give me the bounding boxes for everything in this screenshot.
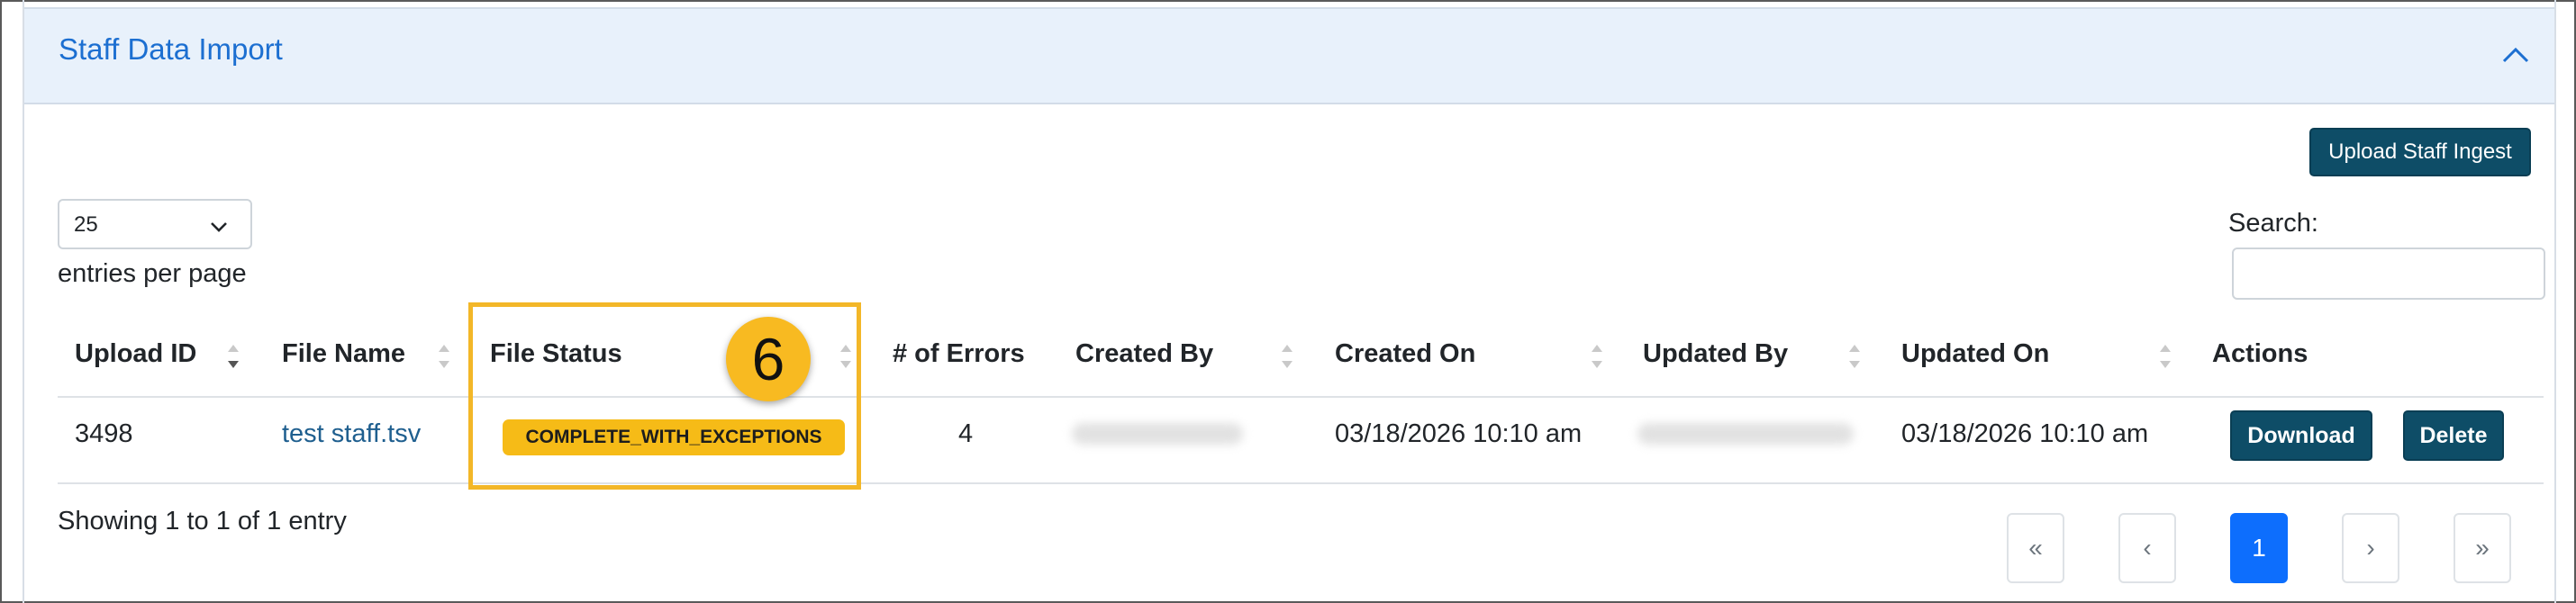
column-header-created-by[interactable]: Created By — [1075, 339, 1213, 369]
column-header-created-on[interactable]: Created On — [1335, 339, 1475, 369]
panel-title[interactable]: Staff Data Import — [59, 32, 283, 67]
sort-icon[interactable] — [438, 342, 450, 371]
table-header-divider — [58, 396, 2544, 398]
pagination-page-1[interactable]: 1 — [2230, 513, 2288, 583]
pagination-first[interactable]: « — [2007, 513, 2064, 583]
pagination-last[interactable]: » — [2454, 513, 2511, 583]
sort-icon[interactable] — [1848, 342, 1861, 371]
panel-border-right — [2554, 0, 2556, 603]
file-name-link[interactable]: test staff.tsv — [282, 419, 421, 449]
cell-updated-on: 03/18/2026 10:10 am — [1901, 419, 2149, 448]
delete-button[interactable]: Delete — [2403, 410, 2504, 461]
column-header-updated-on[interactable]: Updated On — [1901, 339, 2049, 369]
step-callout: 6 — [726, 317, 811, 401]
entries-per-page-value: 25 — [74, 212, 98, 237]
column-header-upload-id[interactable]: Upload ID — [75, 339, 196, 369]
column-header-errors[interactable]: # of Errors — [893, 339, 1025, 369]
created-by-redacted — [1072, 423, 1243, 445]
entries-per-page-label: entries per page — [58, 259, 247, 288]
column-header-actions: Actions — [2212, 339, 2308, 368]
panel-header[interactable]: Staff Data Import — [24, 7, 2554, 104]
sort-icon[interactable] — [227, 342, 240, 371]
pagination-next[interactable]: › — [2342, 513, 2399, 583]
updated-by-redacted — [1637, 423, 1854, 445]
sort-icon[interactable] — [1591, 342, 1603, 371]
cell-upload-id: 3498 — [75, 419, 133, 448]
search-label: Search: — [2228, 209, 2318, 238]
chevron-down-icon — [211, 222, 227, 232]
chevron-up-icon[interactable] — [2500, 40, 2531, 70]
highlight-box — [468, 302, 861, 490]
download-button[interactable]: Download — [2230, 410, 2372, 461]
entries-per-page-select[interactable]: 25 — [58, 199, 252, 249]
table-bottom-divider — [58, 482, 2544, 484]
cell-created-on: 03/18/2026 10:10 am — [1335, 419, 1583, 448]
pagination-prev[interactable]: ‹ — [2118, 513, 2176, 583]
column-header-updated-by[interactable]: Updated By — [1643, 339, 1788, 369]
sort-icon[interactable] — [2159, 342, 2172, 371]
cell-errors: 4 — [958, 419, 974, 448]
sort-icon[interactable] — [1281, 342, 1293, 371]
upload-staff-ingest-button[interactable]: Upload Staff Ingest — [2309, 128, 2531, 176]
search-input[interactable] — [2232, 248, 2545, 300]
table-info: Showing 1 to 1 of 1 entry — [58, 507, 347, 536]
column-header-file-name[interactable]: File Name — [282, 339, 405, 369]
